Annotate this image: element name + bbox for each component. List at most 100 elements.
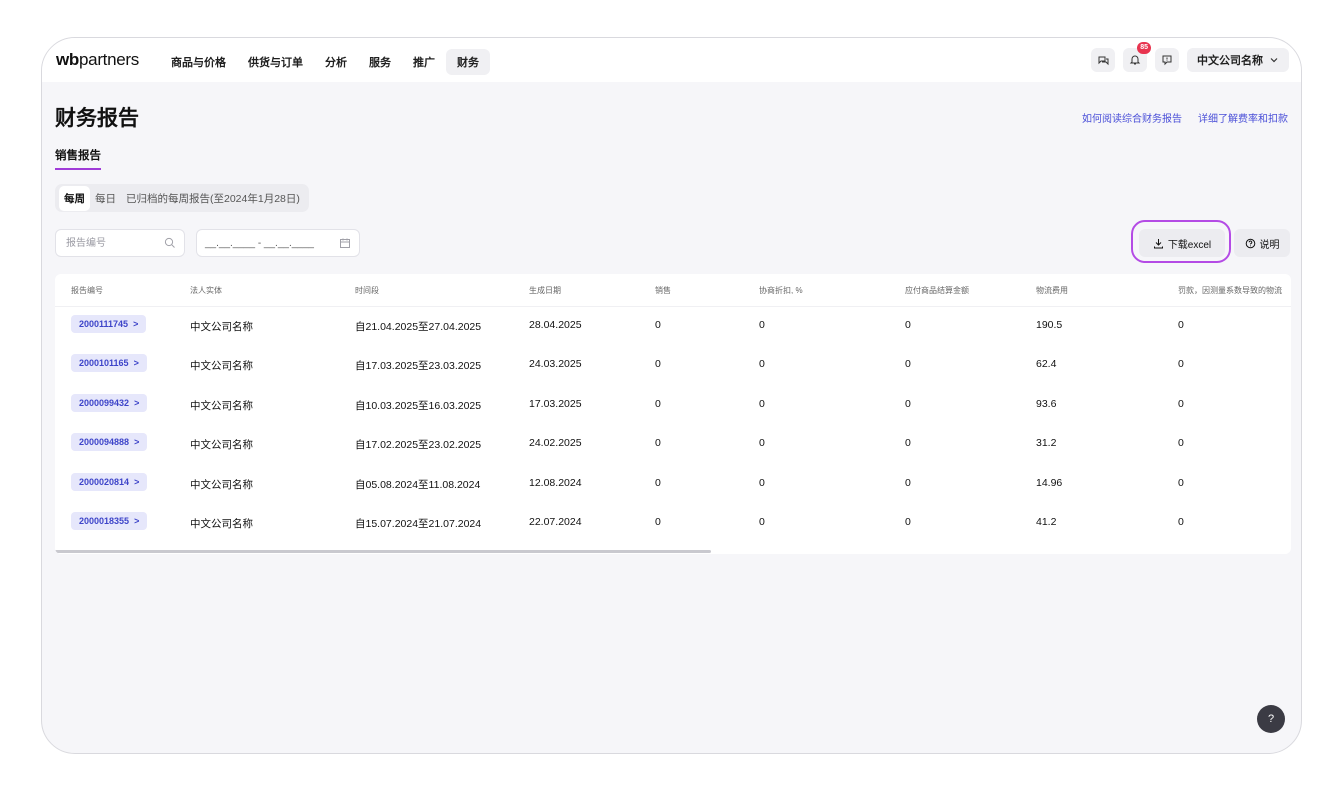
chevron-down-icon: [1270, 58, 1278, 63]
col-header-discount[interactable]: 协商折扣, %: [759, 285, 803, 296]
cell-created: 17.03.2025: [529, 398, 582, 410]
cell-period: 自17.03.2025至23.03.2025: [355, 360, 482, 372]
header-actions: 85 中文公司名称: [1091, 42, 1289, 72]
calendar-icon[interactable]: [339, 237, 351, 249]
download-excel-button[interactable]: 下载excel: [1139, 229, 1225, 257]
cell-discount: 0: [759, 358, 765, 370]
help-button[interactable]: ?: [1257, 705, 1285, 733]
chat-icon[interactable]: [1091, 48, 1115, 72]
period-segmented-control: 每周 每日 已归档的每周报告(至2024年1月28日): [55, 184, 309, 212]
report-number-search: [55, 229, 185, 257]
table-row: 2000018355 > 中文公司名称 自15.07.2024至21.07.202…: [55, 503, 1291, 542]
cell-sales: 0: [655, 358, 661, 370]
wbpartners-logo[interactable]: wbpartners: [56, 50, 139, 70]
table-row: 2000099432 > 中文公司名称 自10.03.2025至16.03.202…: [55, 385, 1291, 424]
cell-payable: 0: [905, 319, 911, 331]
top-navbar: wbpartners 商品与价格 供货与订单 分析 服务 推广 财务 85 中文…: [42, 38, 1301, 82]
cell-logistics: 31.2: [1036, 437, 1057, 449]
cell-payable: 0: [905, 398, 911, 410]
cell-payable: 0: [905, 358, 911, 370]
date-range-picker[interactable]: __.__.____ - __.__.____: [196, 229, 360, 257]
cell-logistics: 62.4: [1036, 358, 1057, 370]
cell-logistics: 41.2: [1036, 516, 1057, 528]
col-header-created-date[interactable]: 生成日期: [529, 285, 561, 296]
cell-logistics: 190.5: [1036, 319, 1063, 331]
nav-finance[interactable]: 财务: [446, 49, 490, 75]
page-title: 财务报告: [55, 107, 139, 130]
nav-supply-orders[interactable]: 供货与订单: [237, 49, 314, 75]
cell-created: 28.04.2025: [529, 319, 582, 331]
fees-deductions-link[interactable]: 详细了解费率和扣款: [1198, 110, 1288, 125]
search-icon[interactable]: [164, 237, 176, 249]
cell-sales: 0: [655, 477, 661, 489]
report-id-link[interactable]: 2000101165 >: [71, 354, 147, 372]
chevron-right-icon: >: [134, 477, 140, 487]
company-selector[interactable]: 中文公司名称: [1187, 48, 1289, 72]
cell-fines: 0: [1178, 516, 1184, 528]
chevron-right-icon: >: [133, 319, 139, 329]
col-header-payable[interactable]: 应付商品结算金额: [905, 285, 969, 296]
table-header: 报告编号 法人实体 时间段 生成日期 销售 协商折扣, % 应付商品结算金额 物…: [55, 274, 1291, 307]
segment-daily[interactable]: 每日: [90, 186, 121, 211]
cell-payable: 0: [905, 477, 911, 489]
segment-weekly[interactable]: 每周: [59, 185, 90, 211]
col-header-period[interactable]: 时间段: [355, 285, 379, 296]
search-input[interactable]: [64, 236, 158, 250]
cell-entity: 中文公司名称: [190, 321, 253, 333]
main-nav: 商品与价格 供货与订单 分析 服务 推广 财务: [160, 49, 490, 75]
cell-entity: 中文公司名称: [190, 439, 253, 451]
table-row: 2000094888 > 中文公司名称 自17.02.2025至23.02.202…: [55, 424, 1291, 463]
col-header-logistics[interactable]: 物流费用: [1036, 285, 1068, 296]
segment-archived-weekly[interactable]: 已归档的每周报告(至2024年1月28日): [121, 186, 305, 211]
cell-created: 22.07.2024: [529, 516, 582, 528]
cell-entity: 中文公司名称: [190, 360, 253, 372]
nav-promotion[interactable]: 推广: [402, 49, 446, 75]
date-range-placeholder: __.__.____ - __.__.____: [205, 237, 314, 249]
cell-discount: 0: [759, 319, 765, 331]
col-header-report-number[interactable]: 报告编号: [71, 285, 103, 296]
cell-period: 自10.03.2025至16.03.2025: [355, 400, 482, 412]
cell-discount: 0: [759, 477, 765, 489]
how-to-read-report-link[interactable]: 如何阅读综合财务报告: [1082, 110, 1182, 125]
col-header-legal-entity[interactable]: 法人实体: [190, 285, 222, 296]
nav-services[interactable]: 服务: [358, 49, 402, 75]
cell-created: 12.08.2024: [529, 477, 582, 489]
table-row: 2000101165 > 中文公司名称 自17.03.2025至23.03.202…: [55, 345, 1291, 384]
cell-payable: 0: [905, 437, 911, 449]
instructions-button[interactable]: 说明: [1234, 229, 1290, 257]
cell-payable: 0: [905, 516, 911, 528]
help-links: 如何阅读综合财务报告 详细了解费率和扣款: [1082, 110, 1288, 125]
report-id-link[interactable]: 2000018355 >: [71, 512, 148, 530]
cell-discount: 0: [759, 516, 765, 528]
report-id-link[interactable]: 2000099432 >: [71, 394, 148, 412]
col-header-fines[interactable]: 罚款，因测量系数导致的物流: [1178, 285, 1282, 296]
feedback-icon[interactable]: [1155, 48, 1179, 72]
chevron-right-icon: >: [134, 398, 140, 408]
cell-sales: 0: [655, 437, 661, 449]
chevron-right-icon: >: [134, 437, 140, 447]
cell-entity: 中文公司名称: [190, 518, 253, 530]
nav-products-prices[interactable]: 商品与价格: [160, 49, 237, 75]
col-header-sales[interactable]: 销售: [655, 285, 671, 296]
cell-logistics: 93.6: [1036, 398, 1057, 410]
nav-analytics[interactable]: 分析: [314, 49, 358, 75]
report-id-link[interactable]: 2000111745 >: [71, 315, 147, 333]
cell-created: 24.02.2025: [529, 437, 582, 449]
cell-fines: 0: [1178, 398, 1184, 410]
report-id-link[interactable]: 2000094888 >: [71, 433, 148, 451]
reports-table: 报告编号 法人实体 时间段 生成日期 销售 协商折扣, % 应付商品结算金额 物…: [55, 274, 1291, 554]
chevron-right-icon: >: [133, 358, 139, 368]
notification-badge: 85: [1137, 42, 1151, 54]
download-icon: [1153, 238, 1163, 248]
table-row: 2000020814 > 中文公司名称 自05.08.2024至11.08.202…: [55, 464, 1291, 503]
cell-sales: 0: [655, 398, 661, 410]
cell-period: 自15.07.2024至21.07.2024: [355, 518, 482, 530]
horizontal-scrollbar[interactable]: [55, 550, 711, 553]
cell-discount: 0: [759, 398, 765, 410]
cell-logistics: 14.96: [1036, 477, 1063, 489]
tab-sales-report[interactable]: 销售报告: [55, 147, 101, 170]
cell-fines: 0: [1178, 437, 1184, 449]
report-id-link[interactable]: 2000020814 >: [71, 473, 148, 491]
bell-icon[interactable]: 85: [1123, 42, 1151, 72]
chevron-right-icon: >: [134, 516, 140, 526]
